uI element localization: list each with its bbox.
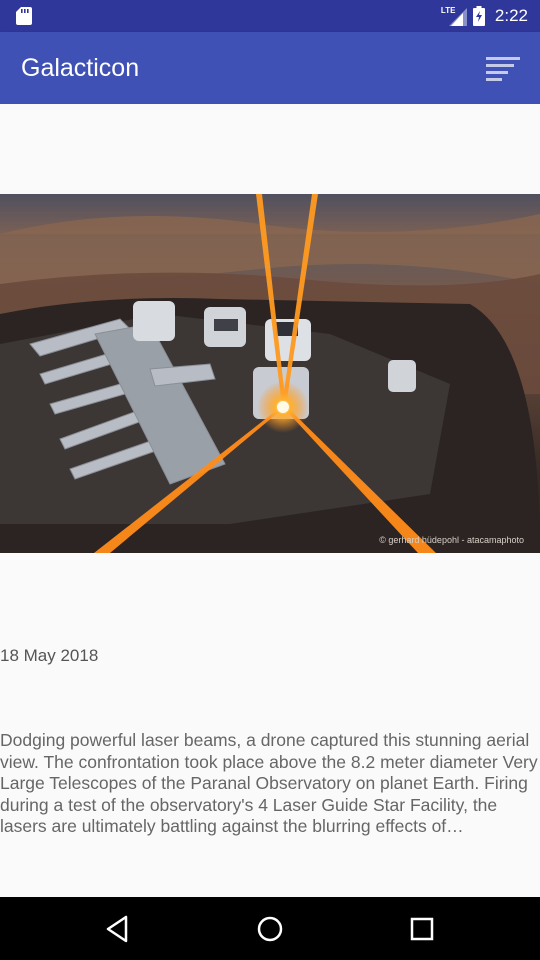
app-title: Galacticon — [21, 54, 140, 82]
observatory-photo — [0, 194, 540, 553]
navigation-bar — [0, 897, 540, 960]
app-bar: Galacticon — [0, 32, 540, 104]
content-area: © gerhard hüdepohl - atacamaphoto 18 May… — [0, 104, 540, 897]
recent-apps-icon[interactable] — [404, 911, 440, 947]
battery-icon — [472, 6, 485, 26]
lte-signal-icon: LTE — [441, 6, 467, 26]
clock: 2:22 — [494, 6, 528, 25]
status-bar: LTE 2:22 — [0, 0, 540, 32]
apod-image[interactable]: © gerhard hüdepohl - atacamaphoto — [0, 194, 540, 553]
home-icon[interactable] — [252, 911, 288, 947]
apod-description[interactable]: Dodging powerful laser beams, a drone ca… — [0, 730, 540, 838]
image-credit: © gerhard hüdepohl - atacamaphoto — [379, 535, 524, 545]
sort-icon[interactable] — [480, 52, 526, 84]
apod-date: 18 May 2018 — [0, 646, 99, 665]
sd-card-icon — [16, 7, 32, 25]
back-icon[interactable] — [100, 911, 136, 947]
